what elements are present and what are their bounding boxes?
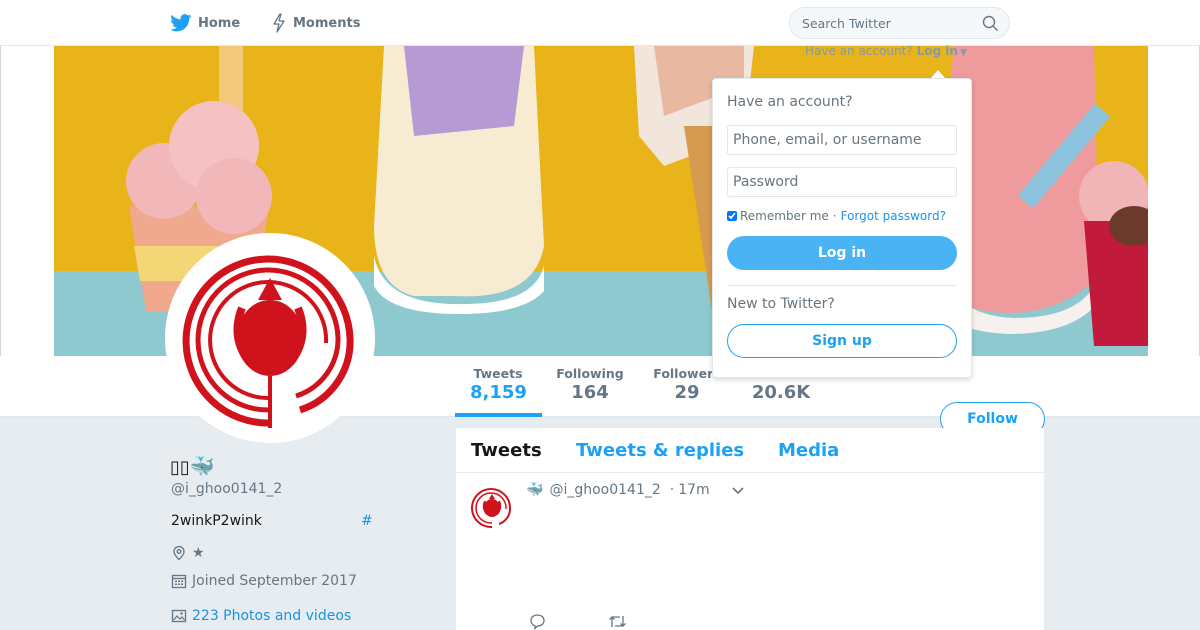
profile-name: ▯▯🐳 <box>170 454 215 478</box>
stat-likes-value: 20.6K <box>751 382 811 403</box>
stat-tweets-label: Tweets <box>473 366 523 381</box>
login-button[interactable]: Log in <box>727 236 957 270</box>
stat-followers-value: 29 <box>674 382 700 403</box>
tweet-header: 🐳 @i_ghoo0141_2 · 17m <box>526 482 710 498</box>
profile-bio: 2winkP2wink <box>171 513 262 529</box>
nav-moments-label: Moments <box>293 15 361 31</box>
location-text: ★ <box>192 545 205 561</box>
search-box <box>789 7 1010 39</box>
photos-videos-link[interactable]: 223 Photos and videos <box>171 608 351 624</box>
avatar[interactable] <box>165 233 375 443</box>
login-toggle[interactable]: Log in <box>917 44 958 58</box>
tab-tweets-replies[interactable]: Tweets & replies <box>576 440 744 461</box>
active-stat-underline <box>455 413 542 417</box>
top-nav: Home Moments <box>0 0 1200 46</box>
joined-text: Joined September 2017 <box>192 573 357 589</box>
tweet-author-emoji[interactable]: 🐳 <box>526 482 543 498</box>
tweet-handle[interactable]: @i_ghoo0141_2 <box>549 482 660 498</box>
remember-me-label[interactable]: Remember me <box>740 209 829 223</box>
tab-media[interactable]: Media <box>778 440 839 461</box>
nav-home-label: Home <box>198 15 241 31</box>
stat-following-value: 164 <box>571 382 609 403</box>
dropdown-title: Have an account? <box>727 94 853 110</box>
nav-moments[interactable]: Moments <box>271 12 360 34</box>
nav-home[interactable]: Home <box>170 12 240 34</box>
search-icon[interactable] <box>982 15 999 32</box>
stat-tweets-value: 8,159 <box>470 382 527 403</box>
remember-separator: · <box>832 209 837 223</box>
tweet-avatar[interactable] <box>469 485 515 531</box>
tab-tweets[interactable]: Tweets <box>471 440 542 461</box>
stat-following-label: Following <box>556 366 624 381</box>
retweet-icon[interactable] <box>608 613 627 630</box>
signup-button[interactable]: Sign up <box>727 324 957 358</box>
lightning-icon <box>273 13 285 33</box>
tweet-time[interactable]: 17m <box>678 482 709 498</box>
twitter-bird-icon <box>170 14 192 32</box>
have-account-prompt: Have an account? Log in ▼ <box>805 44 967 58</box>
dropdown-divider <box>727 285 957 286</box>
profile-location: ★ <box>171 545 205 561</box>
stat-following[interactable]: Following 164 <box>555 366 625 403</box>
username-field[interactable] <box>727 125 957 155</box>
new-to-twitter-text: New to Twitter? <box>727 296 835 312</box>
stat-tweets[interactable]: Tweets 8,159 <box>470 366 527 403</box>
bio-hashtag-link[interactable]: # <box>361 513 373 529</box>
tweet-separator: · <box>669 482 675 498</box>
reply-icon[interactable] <box>529 613 546 630</box>
forgot-password-link[interactable]: Forgot password? <box>841 209 946 223</box>
profile-joined: Joined September 2017 <box>171 573 357 589</box>
login-dropdown: Have an account? Remember me · Forgot pa… <box>712 78 972 378</box>
chevron-down-icon[interactable] <box>731 485 745 497</box>
have-account-text: Have an account? <box>805 44 913 58</box>
search-input[interactable] <box>802 8 972 38</box>
location-pin-icon <box>173 545 185 561</box>
timeline: Tweets Tweets & replies Media 🐳 @i_ghoo0… <box>456 428 1044 630</box>
profile-handle[interactable]: @i_ghoo0141_2 <box>171 481 282 497</box>
image-icon <box>171 609 187 623</box>
timeline-tabs: Tweets Tweets & replies Media <box>456 428 1044 473</box>
remember-me-checkbox[interactable] <box>727 211 737 221</box>
calendar-icon <box>171 574 187 589</box>
name-glyph-box: ▯▯ <box>170 457 190 478</box>
photos-videos-text: 223 Photos and videos <box>192 608 352 624</box>
password-field[interactable] <box>727 167 957 197</box>
chevron-down-icon: ▼ <box>959 48 967 58</box>
display-name: 🐳 <box>189 454 215 478</box>
remember-row: Remember me · Forgot password? <box>727 209 946 223</box>
